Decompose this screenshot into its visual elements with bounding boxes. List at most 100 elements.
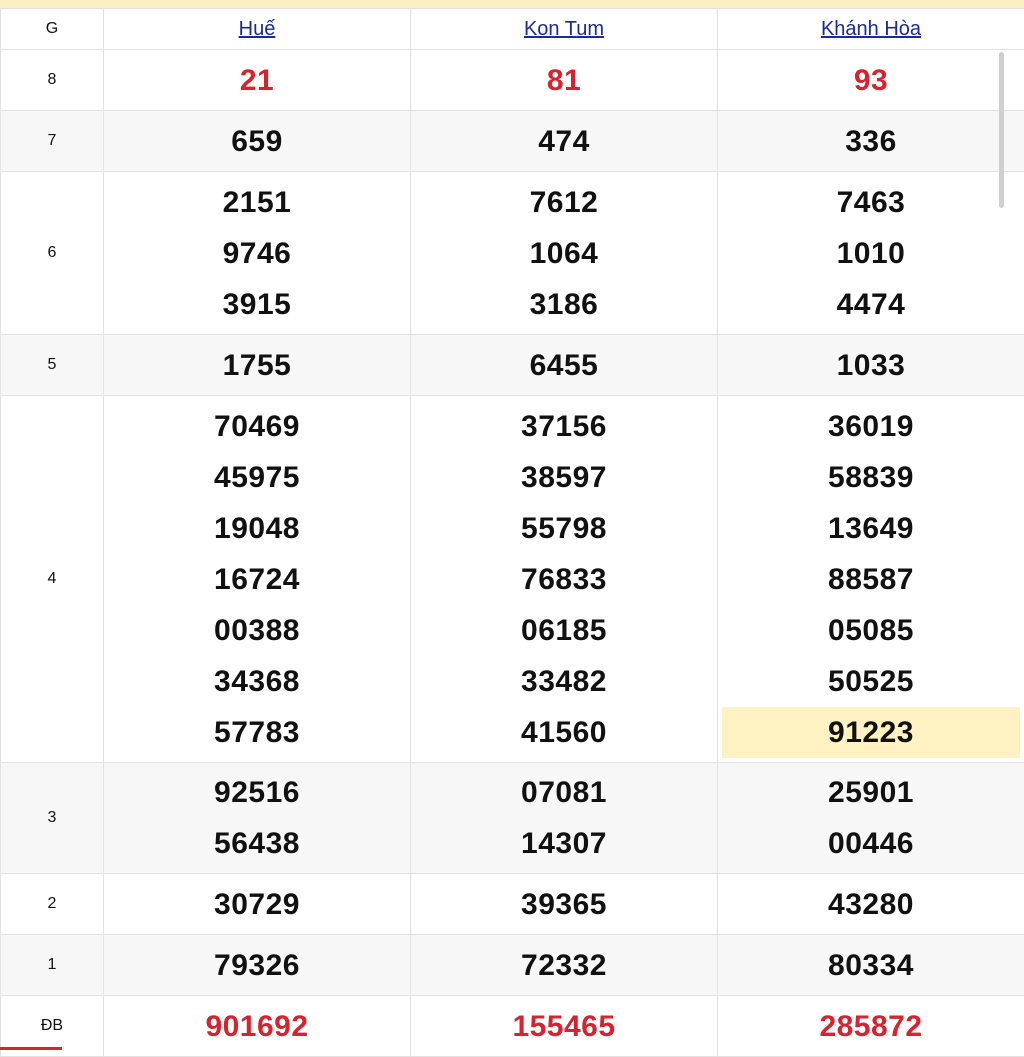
prize-number: 1010 xyxy=(718,228,1024,279)
prize-number: 1064 xyxy=(411,228,717,279)
prize-number: 45975 xyxy=(104,452,410,503)
result-cell-khanh-hoa: 25901 00446 xyxy=(718,763,1024,874)
result-cell-hue: 30729 xyxy=(104,874,411,935)
result-cell-kon-tum: 6455 xyxy=(411,335,718,396)
result-cell-khanh-hoa: 7463 1010 4474 xyxy=(718,172,1024,335)
prize-number: 56438 xyxy=(104,818,410,869)
result-cell-hue: 92516 56438 xyxy=(104,763,411,874)
result-cell-kon-tum: 72332 xyxy=(411,935,718,996)
prize-number: 57783 xyxy=(104,707,410,758)
result-cell-kon-tum: 07081 14307 xyxy=(411,763,718,874)
result-cell-hue: 79326 xyxy=(104,935,411,996)
province-link-hue[interactable]: Huế xyxy=(239,18,276,40)
prize-number: 37156 xyxy=(411,401,717,452)
prize-number: 92516 xyxy=(104,767,410,818)
prize-number: 1033 xyxy=(718,336,1024,395)
prize-number: 34368 xyxy=(104,656,410,707)
prize-number: 7612 xyxy=(411,177,717,228)
grade-label: 2 xyxy=(1,874,104,935)
special-prize-number: 285872 xyxy=(718,997,1024,1056)
table-row-g8: 8 21 81 93 xyxy=(1,50,1024,111)
prize-number: 05085 xyxy=(718,605,1024,656)
result-cell-kon-tum: 7612 1064 3186 xyxy=(411,172,718,335)
top-banner-strip xyxy=(0,0,1024,8)
table-row-g6: 6 2151 9746 3915 7612 1064 3186 7463 101… xyxy=(1,172,1024,335)
result-cell-kon-tum: 474 xyxy=(411,111,718,172)
prize-number: 36019 xyxy=(718,401,1024,452)
province-header-hue: Huế xyxy=(104,9,411,50)
prize-number: 70469 xyxy=(104,401,410,452)
prize-number: 474 xyxy=(411,112,717,171)
grade-label: 3 xyxy=(1,763,104,874)
prize-number: 00388 xyxy=(104,605,410,656)
prize-number: 6455 xyxy=(411,336,717,395)
result-cell-kon-tum: 39365 xyxy=(411,874,718,935)
prize-number: 88587 xyxy=(718,554,1024,605)
prize-number: 58839 xyxy=(718,452,1024,503)
prize-number: 7463 xyxy=(718,177,1024,228)
grade-column-header: G xyxy=(1,9,104,50)
table-row-g1: 1 79326 72332 80334 xyxy=(1,935,1024,996)
result-cell-khanh-hoa: 80334 xyxy=(718,935,1024,996)
special-prize-number: 155465 xyxy=(411,997,717,1056)
prize-number: 33482 xyxy=(411,656,717,707)
result-cell-hue: 21 xyxy=(104,50,411,111)
result-cell-khanh-hoa: 93 xyxy=(718,50,1024,111)
prize-number: 2151 xyxy=(104,177,410,228)
table-row-special: ĐB 901692 155465 285872 xyxy=(1,996,1024,1057)
result-cell-kon-tum: 155465 xyxy=(411,996,718,1057)
prize-number: 1755 xyxy=(104,336,410,395)
prize-number: 13649 xyxy=(718,503,1024,554)
result-cell-khanh-hoa: 336 xyxy=(718,111,1024,172)
grade-label: 4 xyxy=(1,396,104,763)
result-cell-hue: 901692 xyxy=(104,996,411,1057)
table-row-g7: 7 659 474 336 xyxy=(1,111,1024,172)
table-header-row: G Huế Kon Tum Khánh Hòa xyxy=(1,9,1024,50)
grade-label: 5 xyxy=(1,335,104,396)
result-cell-hue: 1755 xyxy=(104,335,411,396)
province-link-kon-tum[interactable]: Kon Tum xyxy=(524,18,604,40)
prize-number: 21 xyxy=(104,51,410,110)
special-prize-number: 901692 xyxy=(104,997,410,1056)
prize-number: 659 xyxy=(104,112,410,171)
province-link-khanh-hoa[interactable]: Khánh Hòa xyxy=(821,18,921,40)
prize-number: 79326 xyxy=(104,936,410,995)
prize-number: 72332 xyxy=(411,936,717,995)
result-cell-khanh-hoa: 285872 xyxy=(718,996,1024,1057)
prize-number: 4474 xyxy=(718,279,1024,330)
prize-number: 16724 xyxy=(104,554,410,605)
prize-number: 336 xyxy=(718,112,1024,171)
prize-number: 3915 xyxy=(104,279,410,330)
grade-label: 1 xyxy=(1,935,104,996)
table-row-g4: 4 70469 45975 19048 16724 00388 34368 57… xyxy=(1,396,1024,763)
prize-number: 80334 xyxy=(718,936,1024,995)
prize-number: 38597 xyxy=(411,452,717,503)
result-cell-kon-tum: 37156 38597 55798 76833 06185 33482 4156… xyxy=(411,396,718,763)
prize-number: 81 xyxy=(411,51,717,110)
prize-number: 55798 xyxy=(411,503,717,554)
province-header-khanh-hoa: Khánh Hòa xyxy=(718,9,1024,50)
prize-number: 19048 xyxy=(104,503,410,554)
prize-number: 06185 xyxy=(411,605,717,656)
prize-number: 76833 xyxy=(411,554,717,605)
vertical-scrollbar[interactable] xyxy=(999,52,1004,208)
result-cell-khanh-hoa: 1033 xyxy=(718,335,1024,396)
table-row-g3: 3 92516 56438 07081 14307 25901 00446 xyxy=(1,763,1024,874)
prize-number: 43280 xyxy=(718,875,1024,934)
result-cell-hue: 2151 9746 3915 xyxy=(104,172,411,335)
province-header-kon-tum: Kon Tum xyxy=(411,9,718,50)
highlighted-prize-number: 91223 xyxy=(722,707,1020,758)
result-cell-khanh-hoa: 36019 58839 13649 88587 05085 50525 9122… xyxy=(718,396,1024,763)
prize-number: 9746 xyxy=(104,228,410,279)
prize-number: 07081 xyxy=(411,767,717,818)
grade-label: 6 xyxy=(1,172,104,335)
prize-number: 25901 xyxy=(718,767,1024,818)
prize-number: 39365 xyxy=(411,875,717,934)
prize-number: 50525 xyxy=(718,656,1024,707)
prize-number: 41560 xyxy=(411,707,717,758)
prize-number: 93 xyxy=(718,51,1024,110)
table-row-g5: 5 1755 6455 1033 xyxy=(1,335,1024,396)
lottery-results-table: G Huế Kon Tum Khánh Hòa 8 21 81 93 7 659… xyxy=(0,8,1024,1057)
prize-number: 14307 xyxy=(411,818,717,869)
result-cell-hue: 659 xyxy=(104,111,411,172)
